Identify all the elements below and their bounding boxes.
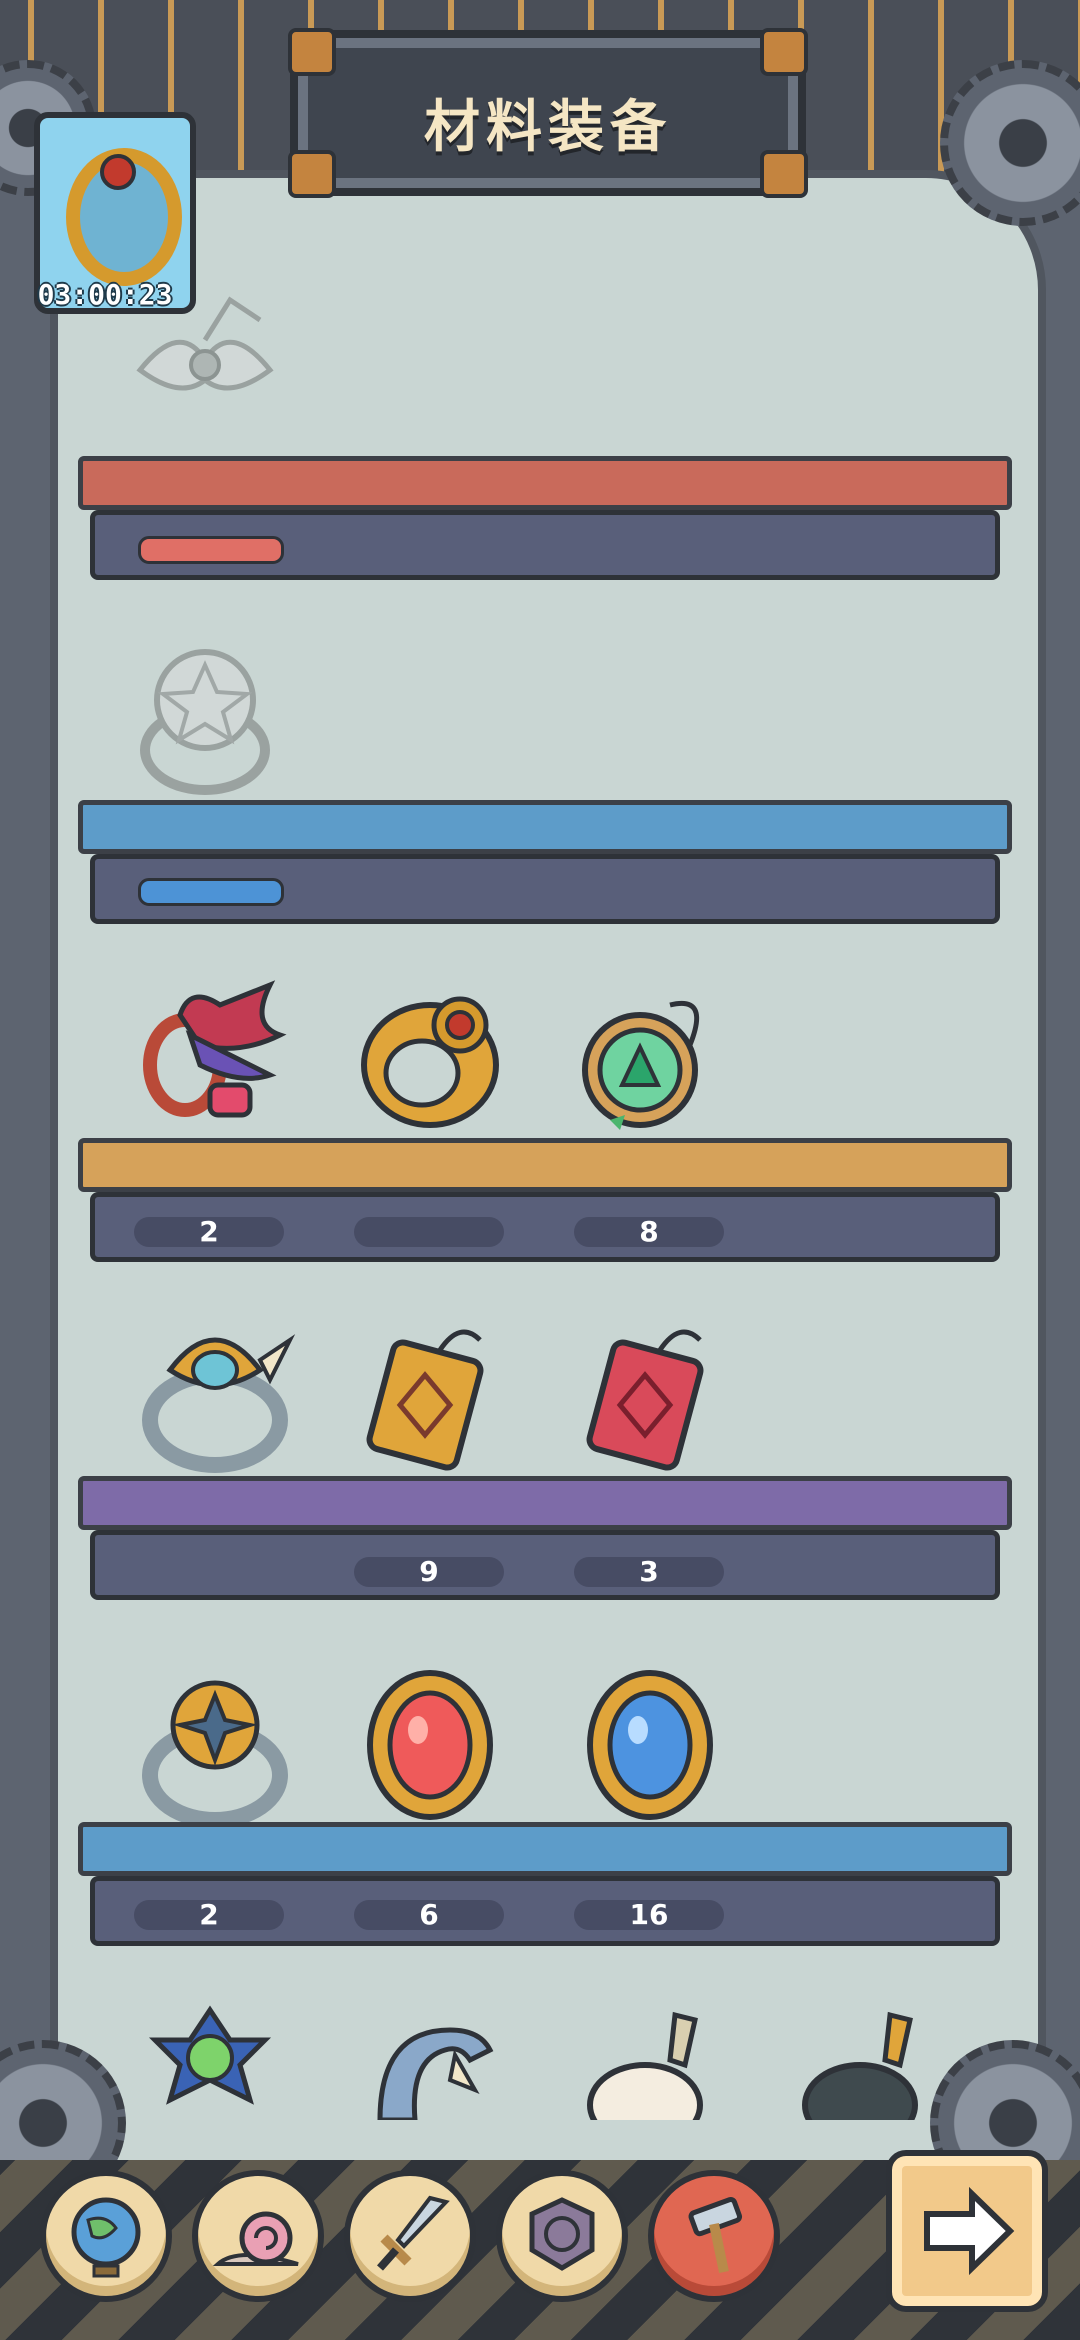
- ruby-gold-brooch-icon[interactable]: [350, 1660, 510, 1830]
- page-title: 材料装备: [424, 95, 672, 160]
- snail-icon[interactable]: [192, 2170, 324, 2302]
- red-rune-pendant-icon[interactable]: [570, 1320, 730, 1480]
- claw-ring-icon[interactable]: [360, 2010, 500, 2120]
- horned-silver-ring-icon[interactable]: [130, 1320, 300, 1480]
- shelf-board: [78, 800, 1012, 854]
- item-count: 6: [354, 1900, 504, 1930]
- title-plate: 材料装备: [288, 28, 808, 198]
- winged-feather-ring-icon[interactable]: [130, 975, 290, 1135]
- hammer-icon[interactable]: [648, 2170, 780, 2302]
- item-count: 9: [354, 1557, 504, 1587]
- pearl-earring-icon[interactable]: [575, 2005, 725, 2120]
- silver-star-ring-icon[interactable]: [125, 630, 285, 800]
- flower-gem-ring-icon[interactable]: [140, 2000, 280, 2120]
- shelf-label-rail: [90, 1530, 1000, 1600]
- sword-icon[interactable]: [344, 2170, 476, 2302]
- spiral-shield-icon[interactable]: [496, 2170, 628, 2302]
- progress-bar: [138, 878, 284, 906]
- item-count: 2: [134, 1217, 284, 1247]
- clover-gem-ring-icon[interactable]: [130, 1665, 300, 1835]
- black-pearl-earring-icon[interactable]: [790, 2005, 940, 2120]
- winged-eye-amulet-icon[interactable]: [120, 280, 290, 450]
- shelf-board: [78, 1822, 1012, 1876]
- item-count: 3: [574, 1557, 724, 1587]
- item-count: 2: [134, 1900, 284, 1930]
- gold-ruby-ring-icon[interactable]: [350, 985, 510, 1135]
- item-count: 8: [574, 1217, 724, 1247]
- shelf-board: [78, 1138, 1012, 1192]
- gold-ruby-ring-icon: [66, 148, 182, 286]
- globe-icon[interactable]: [40, 2170, 172, 2302]
- next-button[interactable]: [886, 2150, 1048, 2312]
- sapphire-gold-brooch-icon[interactable]: [570, 1660, 730, 1830]
- progress-bar: [138, 536, 284, 564]
- gold-rune-pendant-icon[interactable]: [350, 1320, 510, 1480]
- shelf-board: [78, 1476, 1012, 1530]
- green-compass-amulet-icon[interactable]: [570, 985, 720, 1145]
- arrow-right-icon: [924, 2186, 1015, 2276]
- item-count: 16: [574, 1900, 724, 1930]
- item-count: [354, 1217, 504, 1247]
- shelf-board: [78, 456, 1012, 510]
